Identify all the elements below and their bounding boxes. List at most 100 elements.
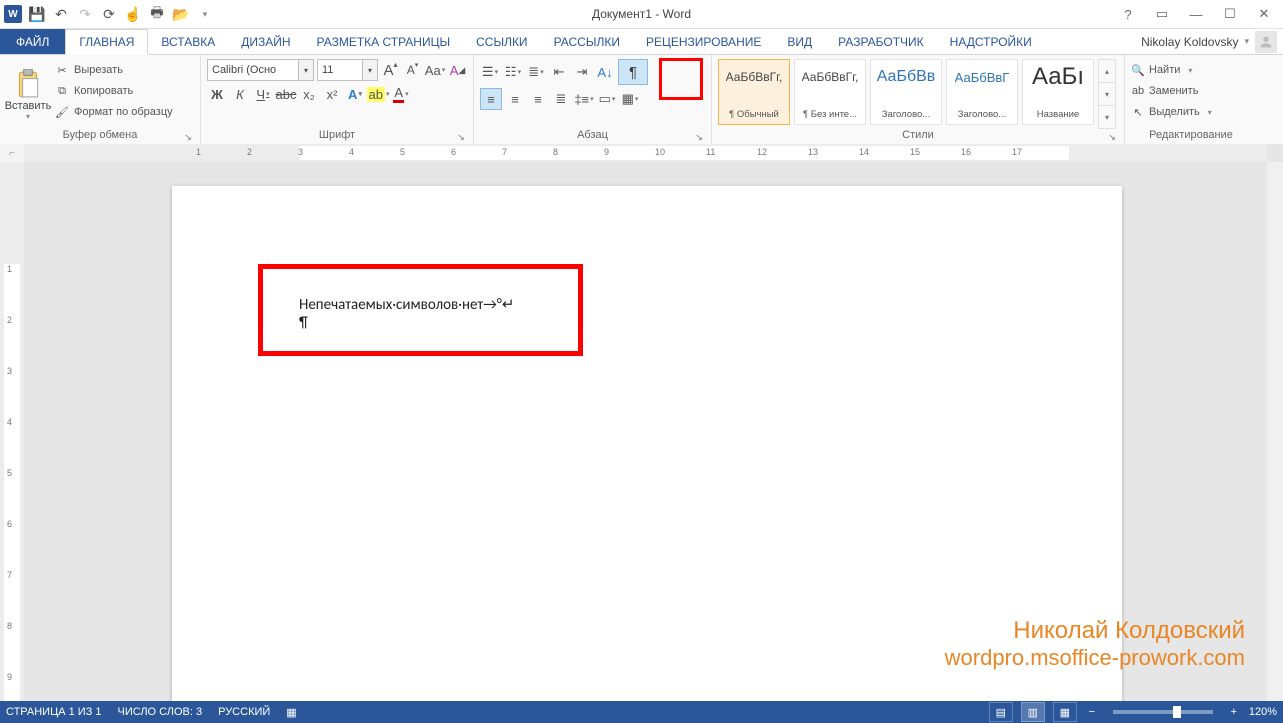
underline-button[interactable]: Ч — [253, 84, 273, 104]
text-effects-button[interactable]: A — [345, 84, 365, 104]
group-paragraph-label: Абзац↘ — [480, 129, 705, 143]
align-left-button[interactable]: ≡ — [480, 88, 502, 110]
clipboard-launcher-icon[interactable]: ↘ — [182, 131, 194, 143]
paragraph-launcher-icon[interactable]: ↘ — [693, 131, 705, 143]
format-painter-button[interactable]: 🖌Формат по образцу — [54, 103, 173, 121]
tab-addins[interactable]: НАДСТРОЙКИ — [937, 29, 1045, 54]
qat-refresh[interactable]: ⟳ — [100, 5, 118, 23]
qat-customize[interactable]: ▾ — [196, 5, 214, 23]
replace-button[interactable]: abЗаменить — [1131, 82, 1212, 100]
view-web-layout[interactable]: ▦ — [1053, 702, 1077, 722]
clear-formatting-button[interactable]: A◢ — [448, 60, 467, 80]
borders-button[interactable]: ▦ — [620, 89, 640, 109]
style-heading2[interactable]: АаБбВвГ Заголово... — [946, 59, 1018, 125]
styles-launcher-icon[interactable]: ↘ — [1106, 131, 1118, 143]
sort-button[interactable]: A↓ — [595, 62, 615, 82]
font-launcher-icon[interactable]: ↘ — [455, 131, 467, 143]
view-print-layout[interactable]: ▥ — [1021, 702, 1045, 722]
status-language[interactable]: РУССКИЙ — [218, 706, 270, 718]
shrink-font-button[interactable]: A▾ — [403, 60, 422, 80]
file-tab[interactable]: ФАЙЛ — [0, 29, 65, 54]
document-area[interactable]: Непечатаемых·символов·нет→°↵ ¶ Николай К… — [24, 162, 1267, 701]
style-heading1[interactable]: АаБбВв Заголово... — [870, 59, 942, 125]
tab-view[interactable]: ВИД — [774, 29, 825, 54]
font-size-combo[interactable]: 11 — [317, 59, 363, 81]
tab-design[interactable]: ДИЗАЙН — [228, 29, 303, 54]
maximize-button[interactable]: ☐ — [1217, 5, 1243, 23]
qat-redo[interactable]: ↷ — [76, 5, 94, 23]
vertical-ruler[interactable]: 123456789 — [0, 162, 25, 701]
status-page[interactable]: СТРАНИЦА 1 ИЗ 1 — [6, 706, 102, 718]
multilevel-list-button[interactable]: ≣ — [526, 62, 546, 82]
qat-save[interactable]: 💾 — [28, 5, 46, 23]
group-editing: 🔍Найти▾ abЗаменить ↖Выделить▾ Редактиров… — [1125, 55, 1257, 145]
tab-review[interactable]: РЕЦЕНЗИРОВАНИЕ — [633, 29, 774, 54]
tab-developer[interactable]: РАЗРАБОТЧИК — [825, 29, 937, 54]
change-case-button[interactable]: Aa — [425, 60, 445, 80]
font-name-dropdown-icon[interactable]: ▾ — [299, 59, 314, 81]
close-button[interactable]: ✕ — [1251, 5, 1277, 23]
view-read-mode[interactable]: ▤ — [989, 702, 1013, 722]
highlight-button[interactable]: ab — [368, 84, 388, 104]
align-right-button[interactable]: ≡ — [528, 89, 548, 109]
group-clipboard-label: Буфер обмена↘ — [6, 129, 194, 143]
qat-undo[interactable]: ↶ — [52, 5, 70, 23]
qat-touch[interactable]: ☝ — [124, 5, 142, 23]
status-macro-icon[interactable]: ▦ — [286, 706, 296, 719]
ribbon-display-options[interactable]: ▭ — [1149, 5, 1175, 23]
zoom-in-button[interactable]: + — [1227, 706, 1241, 718]
zoom-slider[interactable] — [1113, 710, 1213, 714]
style-normal[interactable]: АаБбВвГг, ¶ Обычный — [718, 59, 790, 125]
zoom-level[interactable]: 120% — [1249, 706, 1277, 718]
vertical-scrollbar[interactable] — [1266, 162, 1283, 701]
bold-button[interactable]: Ж — [207, 84, 227, 104]
align-center-button[interactable]: ≡ — [505, 89, 525, 109]
qat-print[interactable]: 🖶 — [148, 5, 166, 23]
minimize-button[interactable]: — — [1183, 5, 1209, 23]
shading-button[interactable]: ▭ — [597, 89, 617, 109]
group-font: Calibri (Осно ▾ 11 ▾ A▴ A▾ Aa A◢ Ж К Ч a… — [201, 55, 474, 145]
tab-home[interactable]: ГЛАВНАЯ — [65, 29, 148, 55]
style-title[interactable]: АаБı Название — [1022, 59, 1094, 125]
gallery-more-icon[interactable]: ▾ — [1099, 106, 1115, 128]
tab-insert[interactable]: ВСТАВКА — [148, 29, 228, 54]
qat-open[interactable]: 📂 — [172, 5, 190, 23]
horizontal-ruler[interactable]: 1234567891011121314151617 — [24, 144, 1267, 163]
bullets-button[interactable]: ☰ — [480, 62, 500, 82]
style-no-spacing[interactable]: АаБбВвГг, ¶ Без инте... — [794, 59, 866, 125]
copy-button[interactable]: ⧉Копировать — [54, 82, 173, 100]
user-avatar[interactable] — [1255, 31, 1277, 53]
find-button[interactable]: 🔍Найти▾ — [1131, 61, 1212, 79]
superscript-button[interactable]: x² — [322, 84, 342, 104]
justify-button[interactable]: ≣ — [551, 89, 571, 109]
paste-button[interactable]: Вставить ▾ — [6, 59, 50, 129]
help-button[interactable]: ? — [1115, 5, 1141, 23]
user-name[interactable]: Nikolay Koldovsky — [1141, 35, 1238, 49]
decrease-indent-button[interactable]: ⇤ — [549, 62, 569, 82]
group-styles: АаБбВвГг, ¶ Обычный АаБбВвГг, ¶ Без инте… — [712, 55, 1125, 145]
line-spacing-button[interactable]: ‡≡ — [574, 89, 594, 109]
zoom-out-button[interactable]: − — [1085, 706, 1099, 718]
gallery-scroll[interactable]: ▴ ▾ ▾ — [1098, 59, 1116, 129]
replace-icon: ab — [1131, 85, 1145, 97]
italic-button[interactable]: К — [230, 84, 250, 104]
font-size-dropdown-icon[interactable]: ▾ — [363, 59, 378, 81]
grow-font-button[interactable]: A▴ — [381, 60, 400, 80]
tab-references[interactable]: ССЫЛКИ — [463, 29, 540, 54]
select-button[interactable]: ↖Выделить▾ — [1131, 103, 1212, 121]
tab-mailings[interactable]: РАССЫЛКИ — [541, 29, 633, 54]
numbering-button[interactable]: ☷ — [503, 62, 523, 82]
style-gallery[interactable]: АаБбВвГг, ¶ Обычный АаБбВвГг, ¶ Без инте… — [718, 59, 1116, 129]
subscript-button[interactable]: x₂ — [299, 84, 319, 104]
gallery-down-icon[interactable]: ▾ — [1099, 83, 1115, 106]
increase-indent-button[interactable]: ⇥ — [572, 62, 592, 82]
font-color-button[interactable]: A — [391, 84, 411, 104]
strikethrough-button[interactable]: abc — [276, 84, 296, 104]
cut-button[interactable]: ✂Вырезать — [54, 61, 173, 79]
show-hide-marks-button[interactable]: ¶ — [618, 59, 648, 85]
status-words[interactable]: ЧИСЛО СЛОВ: 3 — [118, 706, 203, 718]
font-name-combo[interactable]: Calibri (Осно — [207, 59, 299, 81]
gallery-up-icon[interactable]: ▴ — [1099, 60, 1115, 83]
user-dropdown-icon[interactable]: ▾ — [1244, 36, 1249, 47]
tab-page-layout[interactable]: РАЗМЕТКА СТРАНИЦЫ — [304, 29, 464, 54]
